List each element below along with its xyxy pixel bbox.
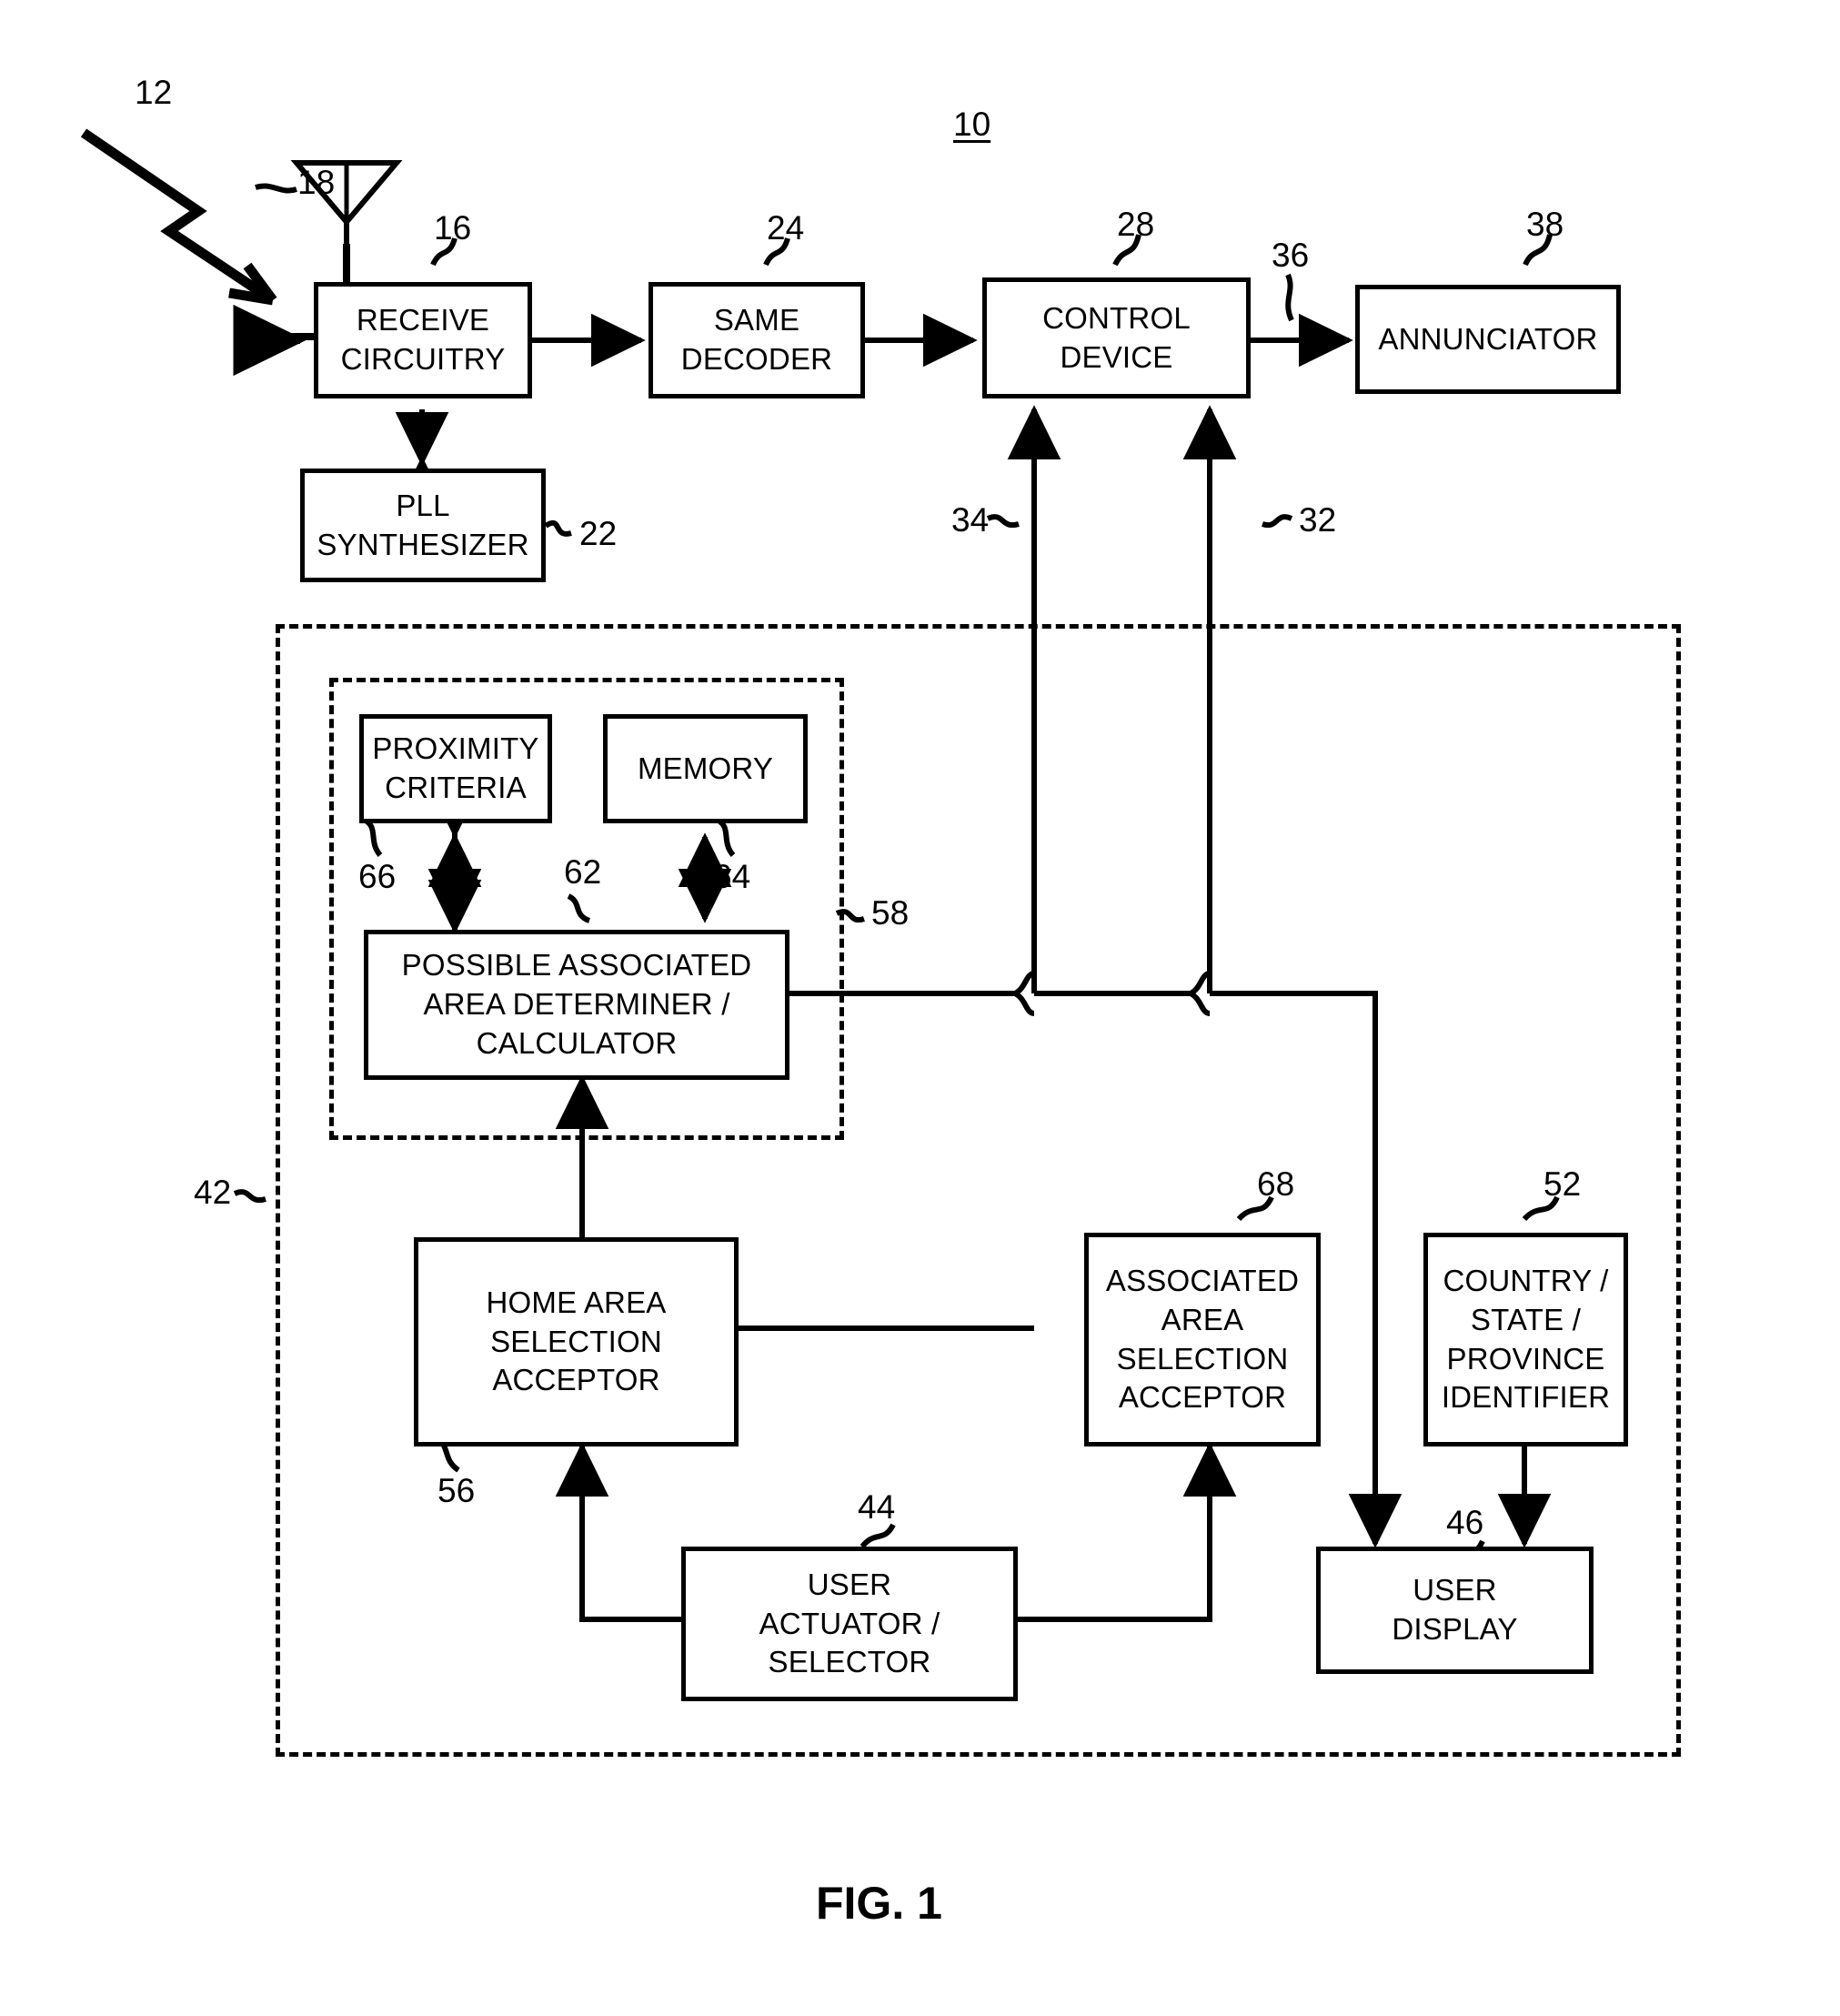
ref-numeral-56: 56 bbox=[437, 1472, 476, 1509]
figure-caption: FIG. 1 bbox=[816, 1878, 942, 1929]
ref-numeral-58: 58 bbox=[871, 894, 910, 932]
ref-numeral-66: 66 bbox=[358, 858, 397, 895]
block-same-decoder[interactable]: SAME DECODER bbox=[649, 282, 865, 398]
ref-numeral-68: 68 bbox=[1257, 1165, 1295, 1203]
leader-22 bbox=[544, 519, 572, 537]
ref-numeral-32: 32 bbox=[1299, 501, 1337, 539]
patent-figure-canvas: RECEIVE CIRCUITRY SAME DECODER CONTROL D… bbox=[0, 0, 1840, 2016]
block-associated-area-acceptor[interactable]: ASSOCIATED AREA SELECTION ACCEPTOR bbox=[1084, 1233, 1321, 1446]
block-annunciator[interactable]: ANNUNCIATOR bbox=[1355, 285, 1621, 394]
block-label-pll-synthesizer: PLL SYNTHESIZER bbox=[317, 488, 529, 561]
ref-numeral-52: 52 bbox=[1543, 1165, 1582, 1203]
ref-numeral-46: 46 bbox=[1446, 1504, 1484, 1541]
leader-34 bbox=[986, 514, 1020, 529]
block-label-proximity-criteria: PROXIMITY CRITERIA bbox=[372, 731, 539, 804]
ref-numeral-42: 42 bbox=[194, 1174, 232, 1211]
block-pll-synthesizer[interactable]: PLL SYNTHESIZER bbox=[300, 469, 546, 582]
block-label-user-display: USER DISPLAY bbox=[1392, 1573, 1518, 1646]
block-proximity-criteria[interactable]: PROXIMITY CRITERIA bbox=[359, 714, 552, 823]
block-label-user-actuator: USER ACTUATOR / SELECTOR bbox=[759, 1567, 940, 1679]
block-label-annunciator: ANNUNCIATOR bbox=[1378, 321, 1598, 356]
ref-numeral-16: 16 bbox=[434, 209, 472, 247]
ref-numeral-64: 64 bbox=[713, 858, 751, 895]
block-label-control-device: CONTROL DEVICE bbox=[1042, 300, 1191, 374]
block-label-area-determiner: POSSIBLE ASSOCIATED AREA DETERMINER / CA… bbox=[401, 948, 752, 1060]
block-label-home-area-acceptor: HOME AREA SELECTION ACCEPTOR bbox=[486, 1285, 667, 1397]
leader-32 bbox=[1262, 514, 1293, 529]
block-label-same-decoder: SAME DECODER bbox=[680, 303, 833, 376]
ref-numeral-44: 44 bbox=[858, 1488, 896, 1526]
block-receive-circuitry[interactable]: RECEIVE CIRCUITRY bbox=[314, 282, 532, 398]
block-memory[interactable]: MEMORY bbox=[603, 714, 808, 823]
ref-numeral-38: 38 bbox=[1526, 206, 1564, 243]
block-home-area-acceptor[interactable]: HOME AREA SELECTION ACCEPTOR bbox=[414, 1237, 739, 1446]
block-user-display[interactable]: USER DISPLAY bbox=[1316, 1547, 1594, 1674]
block-label-memory: MEMORY bbox=[637, 751, 774, 785]
leader-36 bbox=[1285, 273, 1294, 322]
ref-numeral-28: 28 bbox=[1117, 206, 1155, 243]
block-label-associated-area-acceptor: ASSOCIATED AREA SELECTION ACCEPTOR bbox=[1105, 1263, 1300, 1415]
block-label-receive-circuitry: RECEIVE CIRCUITRY bbox=[340, 303, 506, 376]
block-user-actuator[interactable]: USER ACTUATOR / SELECTOR bbox=[681, 1547, 1018, 1701]
incoming-signal-arrow bbox=[80, 128, 277, 306]
ref-numeral-12: 12 bbox=[135, 74, 173, 111]
ref-numeral-24: 24 bbox=[767, 209, 805, 247]
leader-42 bbox=[233, 1189, 266, 1204]
block-control-device[interactable]: CONTROL DEVICE bbox=[982, 277, 1251, 398]
ref-numeral-22: 22 bbox=[579, 515, 618, 552]
ref-numeral-62: 62 bbox=[564, 853, 602, 891]
block-country-state-province-identifier[interactable]: COUNTRY / STATE / PROVINCE IDENTIFIER bbox=[1423, 1233, 1628, 1446]
ref-numeral-36: 36 bbox=[1272, 237, 1310, 274]
block-area-determiner[interactable]: POSSIBLE ASSOCIATED AREA DETERMINER / CA… bbox=[364, 930, 789, 1080]
leader-18 bbox=[255, 183, 297, 194]
block-label-country-state-province-identifier: COUNTRY / STATE / PROVINCE IDENTIFIER bbox=[1441, 1263, 1611, 1415]
ref-numeral-18: 18 bbox=[297, 164, 336, 201]
ref-numeral-34: 34 bbox=[951, 501, 990, 539]
ref-numeral-10: 10 bbox=[953, 106, 991, 143]
